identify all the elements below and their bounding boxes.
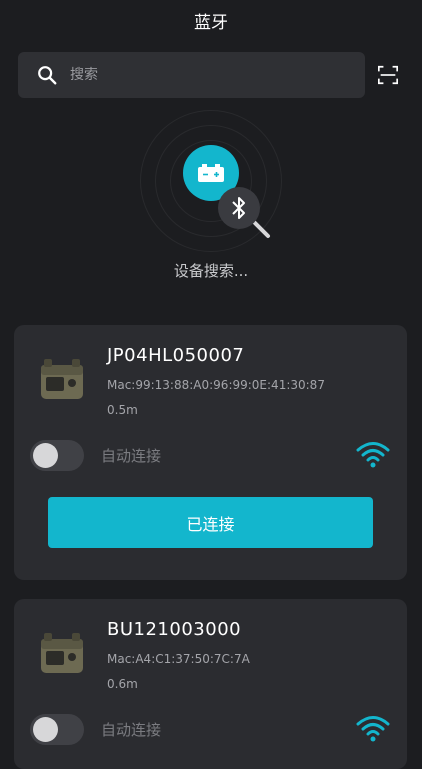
device-mac: Mac:99:13:88:A0:96:99:0E:41:30:87 — [107, 378, 325, 392]
connected-button[interactable]: 已连接 — [48, 497, 373, 548]
power-station-device-icon — [41, 633, 83, 673]
device-distance: 0.6m — [107, 677, 138, 691]
device-name: JP04HL050007 — [107, 345, 245, 366]
searching-status: 设备搜索... — [173, 262, 249, 280]
search-input[interactable] — [68, 66, 322, 84]
scan-icon[interactable] — [377, 64, 399, 86]
power-station-device-icon — [41, 359, 83, 399]
page-title: 蓝牙 — [194, 13, 228, 33]
device-name: BU121003000 — [107, 619, 242, 640]
device-card[interactable]: BU121003000 Mac:A4:C1:37:50:7C:7A 0.6m 自… — [14, 599, 407, 769]
auto-connect-toggle[interactable] — [30, 440, 84, 471]
bluetooth-search-icon — [218, 187, 260, 229]
auto-connect-label: 自动连接 — [101, 721, 162, 739]
device-distance: 0.5m — [107, 403, 138, 417]
wifi-signal-icon — [356, 716, 390, 742]
wifi-signal-icon — [356, 442, 390, 468]
auto-connect-label: 自动连接 — [101, 447, 162, 465]
auto-connect-toggle[interactable] — [30, 714, 84, 745]
device-card[interactable]: JP04HL050007 Mac:99:13:88:A0:96:99:0E:41… — [14, 325, 407, 580]
device-mac: Mac:A4:C1:37:50:7C:7A — [107, 652, 250, 666]
search-bar[interactable] — [18, 52, 365, 98]
search-icon — [38, 66, 57, 85]
